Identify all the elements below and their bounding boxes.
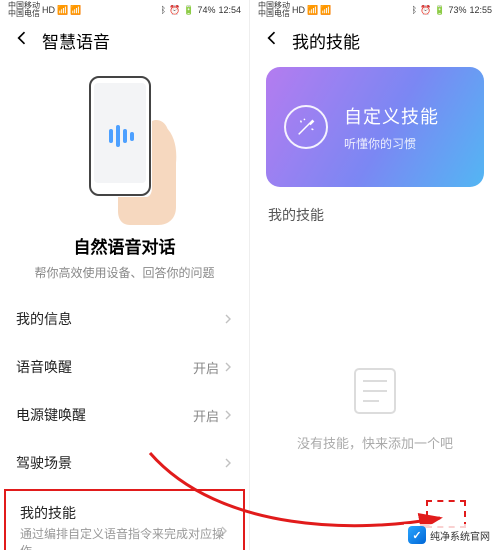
signal-icon: 📶 [307, 5, 318, 16]
battery-icon: 🔋 [434, 5, 445, 16]
menu-label: 驾驶场景 [16, 453, 72, 473]
chevron-right-icon [223, 408, 233, 423]
empty-list-icon [345, 361, 405, 421]
signal-icon: 📶 [57, 5, 68, 16]
signal-icon: 📶 [70, 5, 81, 16]
watermark-text: 纯净系统官网 [430, 528, 490, 543]
card-subtitle: 听懂你的习惯 [344, 135, 439, 152]
hero-illustration [60, 69, 190, 229]
section-label: 我的技能 [250, 197, 500, 233]
page-title: 智慧语音 [42, 28, 110, 53]
back-icon[interactable] [12, 28, 32, 53]
hero-subtitle: 帮你高效使用设备、回答你的问题 [16, 264, 233, 281]
watermark: ✓ 纯净系统官网 [404, 524, 494, 546]
clock-text: 12:55 [469, 5, 492, 15]
status-bar: 中国移动 中国电信 HD 📶 📶 ᛒ ⏰ 🔋 73% 12:55 [250, 0, 500, 20]
page-title: 我的技能 [292, 28, 360, 53]
custom-skill-card[interactable]: 自定义技能 听懂你的习惯 [266, 67, 484, 187]
menu-item-driving[interactable]: 驾驶场景 [0, 439, 249, 487]
menu-item-voice-wake[interactable]: 语音唤醒 开启 [0, 343, 249, 391]
carrier-label: 中国移动 中国电信 [258, 2, 290, 18]
right-screen: 中国移动 中国电信 HD 📶 📶 ᛒ ⏰ 🔋 73% 12:55 我的技能 [250, 0, 500, 550]
menu-item-my-info[interactable]: 我的信息 [0, 295, 249, 343]
empty-state: 没有技能，快来添加一个吧 [250, 233, 500, 550]
bluetooth-icon: ᛒ [412, 5, 417, 15]
menu-label: 语音唤醒 [16, 357, 72, 377]
watermark-logo-icon: ✓ [408, 526, 426, 544]
card-title: 自定义技能 [344, 103, 439, 129]
menu-item-my-skills[interactable]: 我的技能 通过编排自定义语音指令来完成对应操作 [4, 489, 245, 550]
hd-icon: HD [292, 5, 305, 15]
page-header: 智慧语音 [0, 20, 249, 63]
battery-text: 74% [197, 5, 215, 15]
menu-description: 通过编排自定义语音指令来完成对应操作 [20, 526, 229, 550]
menu-label: 我的信息 [16, 309, 72, 329]
clock-text: 12:54 [218, 5, 241, 15]
menu-item-power-wake[interactable]: 电源键唤醒 开启 [0, 391, 249, 439]
alarm-icon: ⏰ [169, 5, 180, 16]
menu-label: 我的技能 [20, 503, 229, 523]
hd-icon: HD [42, 5, 55, 15]
magic-wand-icon [284, 105, 328, 149]
hero-title: 自然语音对话 [16, 233, 233, 258]
menu-label: 电源键唤醒 [16, 405, 86, 425]
left-screen: 中国移动 中国电信 HD 📶 📶 ᛒ ⏰ 🔋 74% 12:54 智慧语音 [0, 0, 250, 550]
chevron-right-icon [223, 456, 233, 471]
empty-text: 没有技能，快来添加一个吧 [297, 433, 453, 452]
battery-text: 73% [448, 5, 466, 15]
bluetooth-icon: ᛒ [161, 5, 166, 15]
chevron-right-icon [223, 360, 233, 375]
chevron-right-icon [219, 523, 229, 539]
back-icon[interactable] [262, 28, 282, 53]
carrier-label: 中国移动 中国电信 [8, 2, 40, 18]
hero-section: 自然语音对话 帮你高效使用设备、回答你的问题 [0, 63, 249, 295]
chevron-right-icon [223, 312, 233, 327]
signal-icon: 📶 [320, 5, 331, 16]
status-bar: 中国移动 中国电信 HD 📶 📶 ᛒ ⏰ 🔋 74% 12:54 [0, 0, 249, 20]
page-header: 我的技能 [250, 20, 500, 63]
alarm-icon: ⏰ [420, 5, 431, 16]
battery-icon: 🔋 [183, 5, 194, 16]
